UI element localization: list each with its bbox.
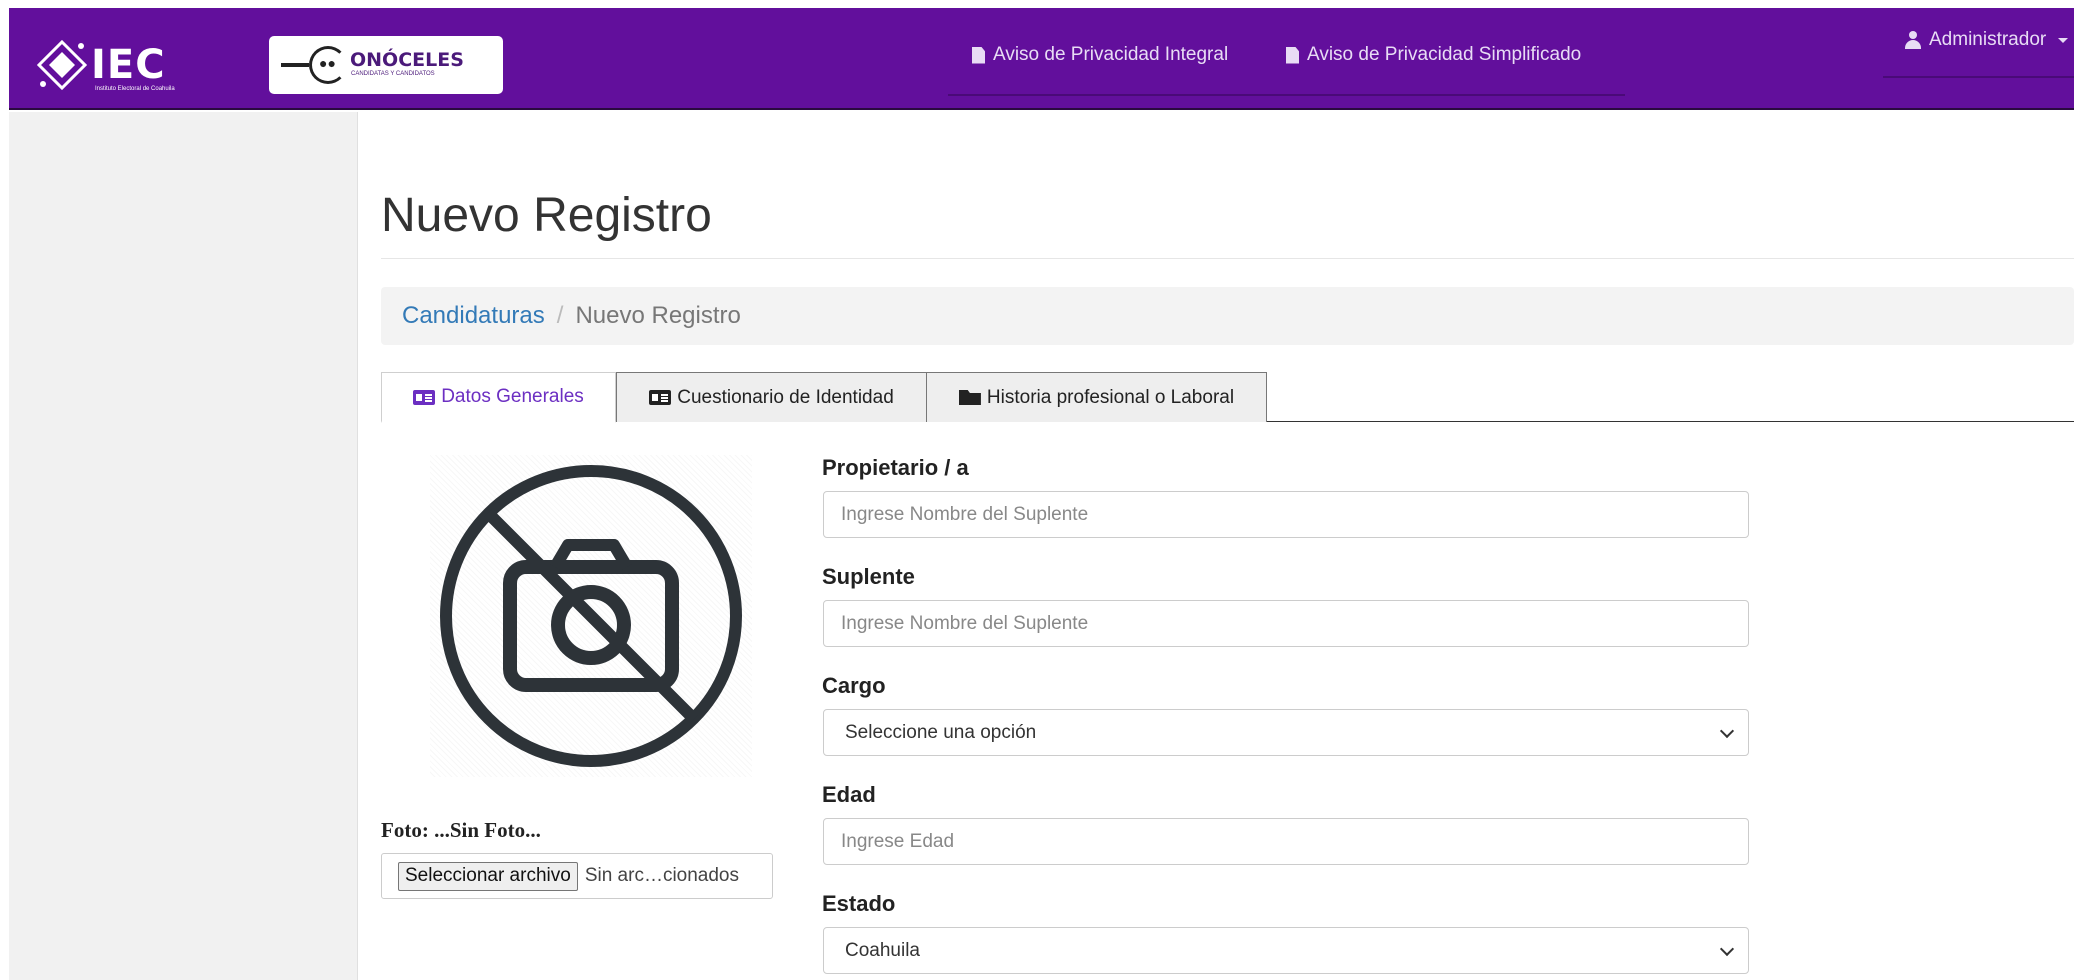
file-icon (1286, 46, 1299, 64)
conoceles-logo[interactable]: ●● ONÓCELES CANDIDATAS Y CANDIDATOS (269, 36, 503, 94)
iec-subtitle: Instituto Electoral de Coahuila (95, 86, 175, 92)
form-tabs: Datos Generales Cuestionario de Identida… (381, 372, 2074, 423)
chevron-down-icon (1719, 941, 1735, 957)
file-icon (972, 46, 985, 64)
user-menu-toggle[interactable]: Administrador (1905, 29, 2069, 51)
tab-datos-generales[interactable]: Datos Generales (381, 372, 616, 423)
user-menu-divider (1883, 76, 2074, 78)
breadcrumb: Candidaturas / Nuevo Registro (381, 287, 2074, 345)
nav-aviso-integral[interactable]: Aviso de Privacidad Integral (972, 44, 1228, 66)
iec-logo[interactable]: IEC Instituto Electoral de Coahuila (37, 28, 237, 98)
page-title: Nuevo Registro (381, 189, 712, 242)
breadcrumb-link-candidaturas[interactable]: Candidaturas (402, 302, 545, 330)
cargo-select[interactable]: Seleccione una opción (823, 709, 1749, 756)
cargo-label: Cargo (822, 673, 886, 698)
suplente-input[interactable]: Ingrese Nombre del Suplente (823, 600, 1749, 647)
estado-label: Estado (822, 891, 896, 916)
title-divider (381, 258, 2074, 259)
estado-select[interactable]: Coahuila (823, 927, 1749, 974)
nav-aviso-simplificado[interactable]: Aviso de Privacidad Simplificado (1286, 44, 1581, 66)
photo-label: Foto: ...Sin Foto... (381, 818, 541, 842)
chevron-down-icon (1719, 723, 1735, 739)
sidebar (9, 112, 358, 980)
iec-emblem-icon (37, 40, 87, 90)
breadcrumb-separator: / (556, 302, 564, 329)
tab-cuestionario-identidad[interactable]: Cuestionario de Identidad (616, 372, 927, 422)
id-card-icon (413, 389, 436, 405)
conoceles-tagline: CANDIDATAS Y CANDIDATOS (351, 71, 435, 77)
top-navbar: IEC Instituto Electoral de Coahuila ●● O… (0, 0, 2074, 112)
conoceles-wordmark: ONÓCELES (350, 49, 464, 71)
edad-label: Edad (822, 782, 876, 807)
navbar-bar: IEC Instituto Electoral de Coahuila ●● O… (9, 8, 2074, 110)
nav-aviso-integral-label: Aviso de Privacidad Integral (993, 44, 1229, 65)
nav-aviso-simplificado-label: Aviso de Privacidad Simplificado (1307, 44, 1582, 65)
logo-dash (281, 63, 309, 67)
caret-down-icon (2058, 37, 2069, 43)
suplente-label: Suplente (822, 564, 915, 589)
cargo-select-value: Seleccione una opción (845, 721, 1037, 743)
tab-datos-generales-label: Datos Generales (441, 386, 584, 407)
user-icon (1905, 31, 1921, 49)
folder-open-icon (958, 390, 981, 405)
file-status: Sin arc…cionados (584, 865, 740, 886)
choose-file-button[interactable]: Seleccionar archivo (398, 861, 578, 891)
tab-cuestionario-identidad-label: Cuestionario de Identidad (677, 386, 894, 408)
estado-select-value: Coahuila (845, 939, 920, 961)
nav-links-divider (948, 94, 1625, 96)
propietario-label: Propietario / a (822, 455, 969, 480)
photo-file-input[interactable]: Seleccionar archivo Sin arc…cionados (381, 853, 773, 899)
tab-historia-profesional[interactable]: Historia profesional o Laboral (926, 372, 1267, 422)
user-menu-label: Administrador (1929, 29, 2047, 50)
people-icon: ●● (319, 55, 336, 71)
no-camera-icon (440, 465, 742, 767)
iec-wordmark: IEC (91, 42, 166, 88)
tab-historia-profesional-label: Historia profesional o Laboral (986, 386, 1235, 408)
breadcrumb-current: Nuevo Registro (575, 302, 741, 329)
edad-input[interactable]: Ingrese Edad (823, 818, 1749, 865)
propietario-input[interactable]: Ingrese Nombre del Suplente (823, 491, 1749, 538)
candidate-photo (430, 455, 752, 777)
id-card-icon (649, 390, 672, 405)
